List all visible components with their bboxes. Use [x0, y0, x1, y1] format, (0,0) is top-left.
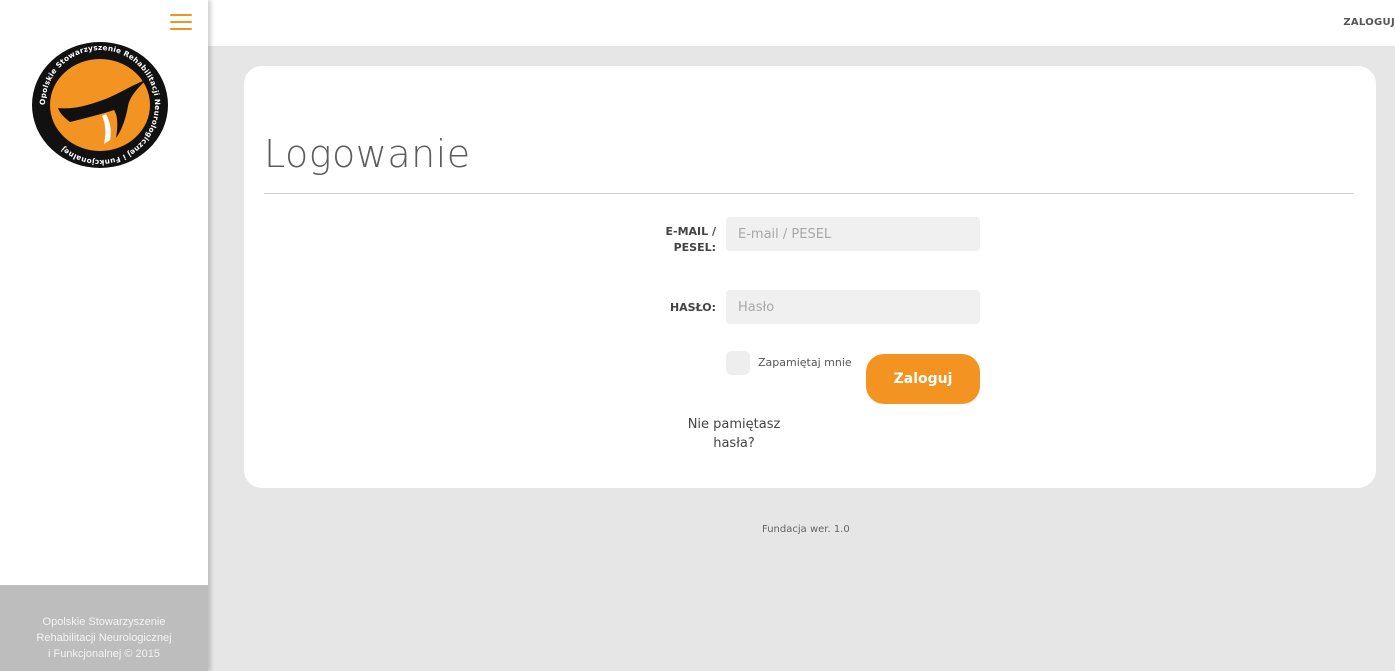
email-input[interactable]: [726, 217, 980, 251]
login-card: Logowanie E-MAIL / PESEL: HASŁO: Zapamię…: [244, 66, 1376, 488]
topbar-login-link[interactable]: ZALOGUJ: [1343, 17, 1395, 28]
page-title: Logowanie: [264, 132, 471, 176]
sidebar: Opolskie Stowarzyszenie Rehabilitacji Ne…: [0, 0, 208, 671]
remember-me-label[interactable]: Zapamiętaj mnie: [758, 356, 852, 369]
topbar: ZALOGUJ: [208, 0, 1395, 46]
email-label: E-MAIL / PESEL:: [644, 224, 717, 256]
association-logo: Opolskie Stowarzyszenie Rehabilitacji Ne…: [32, 42, 168, 168]
sidebar-footer: Opolskie Stowarzyszenie Rehabilitacji Ne…: [0, 585, 208, 671]
password-label: HASŁO:: [669, 301, 716, 314]
footer-line-3: i Funkcjonalnej © 2015: [47, 648, 161, 660]
hamburger-menu-icon[interactable]: [170, 14, 192, 30]
title-divider: [264, 193, 1354, 194]
version-text: Fundacja wer. 1.0: [762, 524, 850, 535]
footer-line-1: Opolskie Stowarzyszenie: [42, 616, 166, 628]
forgot-line-2: hasła?: [713, 436, 755, 451]
login-submit-button[interactable]: Zaloguj: [866, 354, 980, 404]
footer-line-2: Rehabilitacji Neurologicznej: [36, 632, 172, 644]
password-input[interactable]: [726, 290, 980, 324]
forgot-line-1: Nie pamiętasz: [687, 417, 781, 432]
forgot-password-link[interactable]: Nie pamiętasz hasła?: [664, 415, 804, 453]
remember-me-checkbox[interactable]: [726, 351, 750, 375]
email-label-line-1: E-MAIL /: [665, 225, 717, 238]
email-label-line-2: PESEL:: [673, 241, 716, 254]
